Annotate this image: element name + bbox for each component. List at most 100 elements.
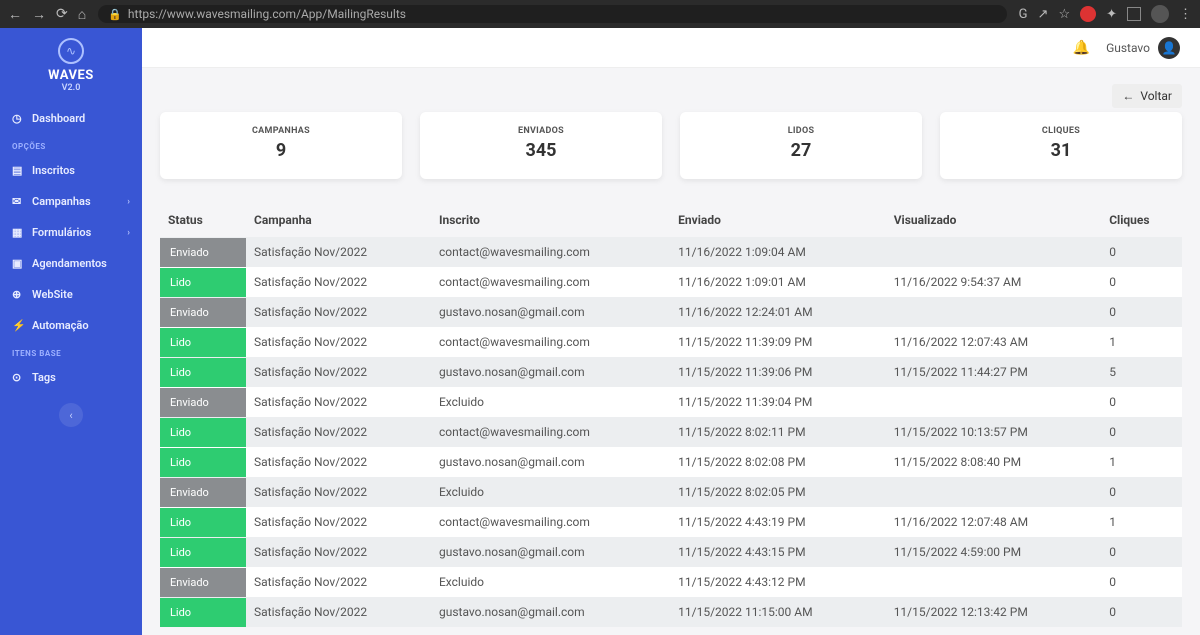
status-badge: Enviado [160,388,246,417]
share-icon[interactable]: ↗ [1038,7,1049,22]
sidebar-item-formularios[interactable]: ▦ Formulários › [0,217,142,248]
table-row[interactable]: LidoSatisfação Nov/2022gustavo.nosan@gma… [160,537,1182,567]
th-visualizado[interactable]: Visualizado [886,203,1102,237]
avatar: 👤 [1158,37,1180,59]
cell-visualizado [886,297,1102,327]
cell-enviado: 11/16/2022 12:24:01 AM [670,297,886,327]
status-badge: Lido [160,268,246,297]
cell-cliques: 1 [1101,327,1182,357]
content: ← Voltar CAMPANHAS 9 ENVIADOS 345 LIDOS … [142,68,1200,635]
status-badge: Lido [160,598,246,627]
star-icon[interactable]: ☆ [1058,7,1070,22]
table-row[interactable]: LidoSatisfação Nov/2022gustavo.nosan@gma… [160,447,1182,477]
stats-row: CAMPANHAS 9 ENVIADOS 345 LIDOS 27 CLIQUE… [160,112,1182,179]
apps-icon[interactable] [1127,7,1141,21]
stat-lidos: LIDOS 27 [680,112,922,179]
cell-visualizado: 11/15/2022 11:44:27 PM [886,357,1102,387]
user-menu[interactable]: Gustavo 👤 [1106,37,1180,59]
sidebar-item-label: Formulários [32,226,91,239]
url-bar[interactable]: 🔒 https://www.wavesmailing.com/App/Maili… [98,5,1006,23]
cell-campanha: Satisfação Nov/2022 [246,447,431,477]
th-cliques[interactable]: Cliques [1101,203,1182,237]
form-icon: ▦ [12,226,24,239]
results-table: Status Campanha Inscrito Enviado Visuali… [160,203,1182,627]
gtranslate-icon[interactable]: G [1019,7,1028,22]
cell-enviado: 11/16/2022 1:09:01 AM [670,267,886,297]
url-text: https://www.wavesmailing.com/App/Mailing… [128,7,406,21]
cell-campanha: Satisfação Nov/2022 [246,477,431,507]
main: 🔔 Gustavo 👤 ← Voltar CAMPANHAS 9 ENVIADO [142,28,1200,635]
th-enviado[interactable]: Enviado [670,203,886,237]
cell-cliques: 0 [1101,387,1182,417]
cell-visualizado: 11/15/2022 10:13:57 PM [886,417,1102,447]
sidebar-item-tags[interactable]: ⊙ Tags [0,362,142,393]
cell-campanha: Satisfação Nov/2022 [246,267,431,297]
cell-cliques: 0 [1101,537,1182,567]
sidebar-item-inscritos[interactable]: ▤ Inscritos [0,155,142,186]
stat-value: 27 [690,140,912,161]
back-label: Voltar [1140,89,1172,103]
table-row[interactable]: EnviadoSatisfação Nov/2022gustavo.nosan@… [160,297,1182,327]
sidebar-item-automacao[interactable]: ⚡ Automação [0,310,142,341]
cell-enviado: 11/15/2022 4:43:15 PM [670,537,886,567]
cell-cliques: 0 [1101,417,1182,447]
cell-enviado: 11/15/2022 11:39:09 PM [670,327,886,357]
status-badge: Enviado [160,298,246,327]
cell-visualizado: 11/15/2022 8:08:40 PM [886,447,1102,477]
table-row[interactable]: LidoSatisfação Nov/2022contact@wavesmail… [160,267,1182,297]
th-campanha[interactable]: Campanha [246,203,431,237]
forward-icon[interactable]: → [32,6,46,23]
sidebar-item-website[interactable]: ⊕ WebSite [0,279,142,310]
reload-icon[interactable]: ⟳ [56,6,68,22]
stat-label: LIDOS [690,126,912,136]
table-row[interactable]: LidoSatisfação Nov/2022contact@wavesmail… [160,507,1182,537]
collapse-sidebar-button[interactable]: ‹ [59,403,83,427]
profile-icon[interactable] [1151,5,1169,23]
cell-cliques: 5 [1101,357,1182,387]
th-status[interactable]: Status [160,203,246,237]
sidebar-item-label: WebSite [32,288,73,301]
cell-inscrito: gustavo.nosan@gmail.com [431,297,670,327]
username: Gustavo [1106,41,1150,55]
cell-cliques: 0 [1101,567,1182,597]
bell-icon[interactable]: 🔔 [1073,40,1090,56]
table-row[interactable]: LidoSatisfação Nov/2022contact@wavesmail… [160,327,1182,357]
sidebar-item-campanhas[interactable]: ✉ Campanhas › [0,186,142,217]
home-icon[interactable]: ⌂ [78,6,86,23]
extension-icon[interactable] [1080,6,1096,22]
table-row[interactable]: LidoSatisfação Nov/2022gustavo.nosan@gma… [160,597,1182,627]
cell-campanha: Satisfação Nov/2022 [246,567,431,597]
cell-inscrito: gustavo.nosan@gmail.com [431,447,670,477]
stat-value: 31 [950,140,1172,161]
cell-enviado: 11/15/2022 11:39:04 PM [670,387,886,417]
globe-icon: ⊕ [12,288,24,301]
menu-icon[interactable]: ⋮ [1179,7,1192,22]
sidebar-item-agendamentos[interactable]: ▣ Agendamentos [0,248,142,279]
cell-enviado: 11/15/2022 11:39:06 PM [670,357,886,387]
table-row[interactable]: EnviadoSatisfação Nov/2022Excluido11/15/… [160,477,1182,507]
table-row[interactable]: EnviadoSatisfação Nov/2022Excluido11/15/… [160,387,1182,417]
th-inscrito[interactable]: Inscrito [431,203,670,237]
sidebar-item-label: Agendamentos [32,257,107,270]
cell-cliques: 0 [1101,297,1182,327]
lock-icon: 🔒 [108,8,122,21]
tag-icon: ⊙ [12,371,24,384]
stat-enviados: ENVIADOS 345 [420,112,662,179]
sidebar-item-label: Dashboard [32,112,85,125]
cell-campanha: Satisfação Nov/2022 [246,357,431,387]
table-row[interactable]: LidoSatisfação Nov/2022gustavo.nosan@gma… [160,357,1182,387]
cell-inscrito: contact@wavesmailing.com [431,327,670,357]
cell-inscrito: contact@wavesmailing.com [431,267,670,297]
table-row[interactable]: EnviadoSatisfação Nov/2022Excluido11/15/… [160,567,1182,597]
status-badge: Enviado [160,478,246,507]
user-icon: ▤ [12,164,24,177]
cell-enviado: 11/15/2022 4:43:12 PM [670,567,886,597]
table-row[interactable]: EnviadoSatisfação Nov/2022contact@wavesm… [160,237,1182,267]
status-badge: Lido [160,328,246,357]
table-row[interactable]: LidoSatisfação Nov/2022contact@wavesmail… [160,417,1182,447]
calendar-icon: ▣ [12,257,24,270]
sidebar-item-dashboard[interactable]: ◷ Dashboard [0,103,142,134]
back-icon[interactable]: ← [8,6,22,23]
extensions-icon[interactable]: ✦ [1106,7,1117,22]
back-button[interactable]: ← Voltar [1112,84,1182,108]
